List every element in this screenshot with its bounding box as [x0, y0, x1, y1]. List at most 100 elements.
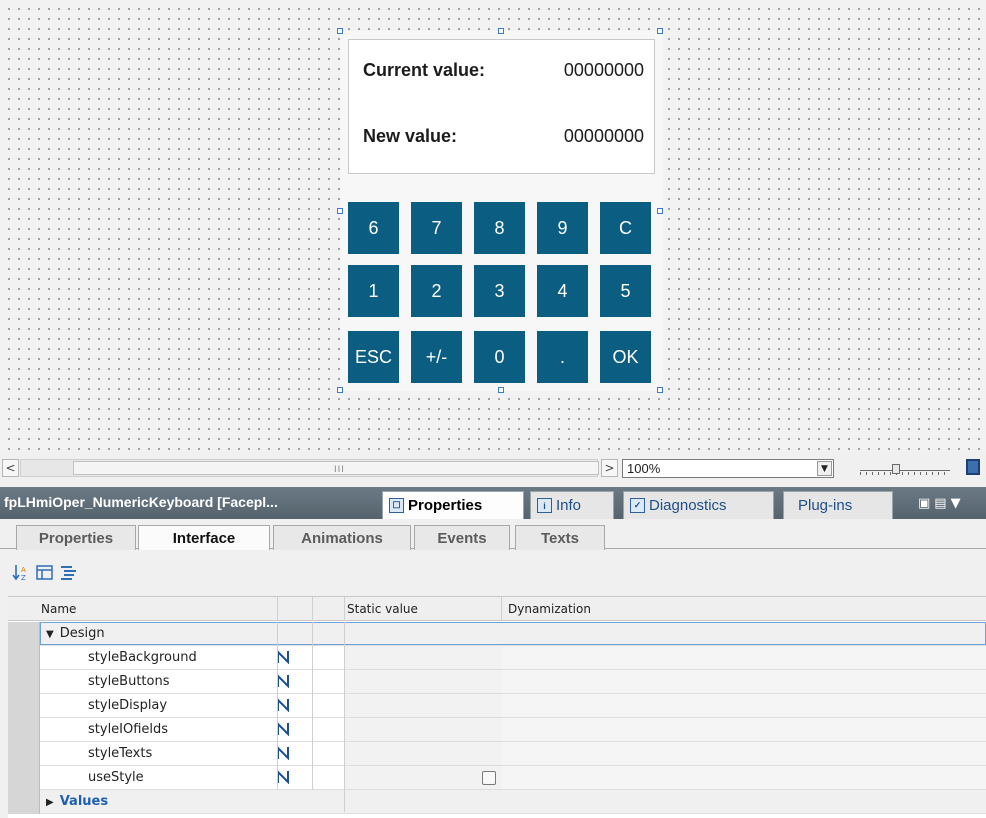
column-divider [277, 622, 278, 790]
key-decimal[interactable]: . [537, 331, 588, 383]
static-value-cell[interactable] [345, 742, 502, 765]
static-value-cell[interactable] [345, 670, 502, 693]
chevron-down-icon[interactable]: ▼ [817, 461, 832, 476]
dynamization-cell[interactable] [502, 742, 986, 765]
key-clear[interactable]: C [600, 202, 651, 254]
window-controls-icon[interactable]: ▣▤▼ [918, 496, 965, 511]
table-row[interactable]: styleButtons [8, 670, 986, 694]
table-header: Name Static value Dynamization [8, 596, 986, 621]
static-value-cell[interactable] [345, 718, 502, 741]
key-0[interactable]: 0 [474, 331, 525, 383]
style-type-icon [277, 722, 289, 736]
resize-handle-top-left[interactable] [337, 28, 343, 34]
inspector-header: fpLHmiOper_NumericKeyboard [Facepl... ☐ … [0, 487, 986, 519]
resize-handle-bottom-left[interactable] [337, 387, 343, 393]
key-plus-minus[interactable]: +/- [411, 331, 462, 383]
collapsed-triangle-icon[interactable]: ▶ [46, 797, 54, 808]
style-type-icon [277, 746, 289, 760]
dynamization-cell[interactable] [502, 646, 986, 669]
design-canvas[interactable]: Current value: 00000000 New value: 00000… [0, 0, 986, 452]
dynamization-cell[interactable] [502, 766, 986, 789]
subtab-interface[interactable]: Interface [138, 525, 270, 551]
interface-property-table: Name Static value Dynamization ▼ Design s… [8, 596, 986, 818]
property-name: styleBackground [88, 650, 197, 665]
column-name-header[interactable]: Name [41, 602, 76, 616]
zoom-slider-track [860, 470, 950, 471]
key-3[interactable]: 3 [474, 265, 525, 317]
zoom-value: 100% [627, 461, 661, 476]
tab-diagnostics-label: Diagnostics [649, 497, 727, 514]
table-row[interactable]: useStyle [8, 766, 986, 790]
dynamization-cell[interactable] [502, 694, 986, 717]
subtab-properties[interactable]: Properties [16, 525, 136, 550]
static-value-cell[interactable] [345, 646, 502, 669]
zoom-slider-ticks [860, 472, 950, 475]
tab-diagnostics[interactable]: ✓ Diagnostics [623, 491, 774, 519]
property-name: styleDisplay [88, 698, 168, 713]
key-2[interactable]: 2 [411, 265, 462, 317]
collapse-all-icon[interactable] [60, 564, 77, 581]
scroll-thumb[interactable]: III [73, 461, 599, 475]
new-value-field[interactable]: 00000000 [564, 126, 644, 147]
inspector-object-title: fpLHmiOper_NumericKeyboard [Facepl... [4, 494, 278, 510]
column-divider [277, 597, 278, 621]
key-5[interactable]: 5 [600, 265, 651, 317]
overview-navigation-icon[interactable] [966, 459, 980, 475]
key-escape[interactable]: ESC [348, 331, 399, 383]
sort-icon[interactable]: A Z [12, 564, 29, 581]
column-static-value-header[interactable]: Static value [347, 602, 418, 616]
resize-handle-top-right[interactable] [657, 28, 663, 34]
style-type-icon [277, 698, 289, 712]
table-row-group-values[interactable]: ▶ Values [8, 790, 986, 814]
expand-all-icon[interactable] [36, 564, 53, 581]
scroll-left-button[interactable]: < [2, 459, 19, 477]
static-value-cell[interactable] [345, 694, 502, 717]
key-9[interactable]: 9 [537, 202, 588, 254]
subtab-events[interactable]: Events [414, 525, 510, 550]
resize-handle-bottom-right[interactable] [657, 387, 663, 393]
subtab-texts[interactable]: Texts [515, 525, 605, 550]
dynamization-cell[interactable] [502, 670, 986, 693]
resize-handle-right[interactable] [657, 208, 663, 214]
table-row[interactable]: styleBackground [8, 646, 986, 670]
resize-handle-left[interactable] [337, 208, 343, 214]
subtab-animations[interactable]: Animations [273, 525, 411, 550]
diagnostics-icon: ✓ [630, 498, 645, 513]
table-row[interactable]: styleDisplay [8, 694, 986, 718]
column-dynamization-header[interactable]: Dynamization [508, 602, 591, 616]
zoom-slider-knob[interactable] [892, 464, 900, 474]
properties-icon: ☐ [389, 498, 404, 513]
numeric-keyboard-faceplate[interactable]: Current value: 00000000 New value: 00000… [340, 31, 663, 391]
expanded-triangle-icon[interactable]: ▼ [46, 629, 54, 640]
row-gutter [8, 694, 40, 718]
key-7[interactable]: 7 [411, 202, 462, 254]
svg-text:A: A [21, 566, 26, 574]
resize-handle-bottom[interactable] [498, 387, 504, 393]
dynamization-cell[interactable] [502, 718, 986, 741]
key-6[interactable]: 6 [348, 202, 399, 254]
tab-plug-ins[interactable]: Plug-ins [783, 491, 893, 519]
key-ok[interactable]: OK [600, 331, 651, 383]
table-row[interactable]: styleIOfields [8, 718, 986, 742]
column-divider [344, 597, 345, 621]
static-value-cell[interactable] [345, 766, 502, 789]
key-8[interactable]: 8 [474, 202, 525, 254]
use-style-checkbox[interactable] [482, 771, 496, 785]
row-gutter [8, 646, 40, 670]
zoom-select[interactable]: 100% ▼ [622, 459, 834, 478]
current-value-field: 00000000 [563, 60, 644, 80]
zoom-slider[interactable] [858, 463, 952, 477]
interface-toolbar: A Z [0, 550, 986, 594]
bool-type-icon [277, 770, 289, 784]
scroll-right-button[interactable]: > [601, 459, 618, 477]
key-1[interactable]: 1 [348, 265, 399, 317]
table-row-group-design[interactable]: ▼ Design [8, 622, 986, 646]
tab-properties[interactable]: ☐ Properties [382, 491, 524, 519]
row-gutter [8, 622, 40, 646]
table-row[interactable]: styleTexts [8, 742, 986, 766]
style-type-icon [277, 650, 289, 664]
tab-info[interactable]: i Info [530, 491, 614, 519]
key-4[interactable]: 4 [537, 265, 588, 317]
resize-handle-top[interactable] [498, 28, 504, 34]
horizontal-scrollbar[interactable]: III [20, 459, 599, 477]
